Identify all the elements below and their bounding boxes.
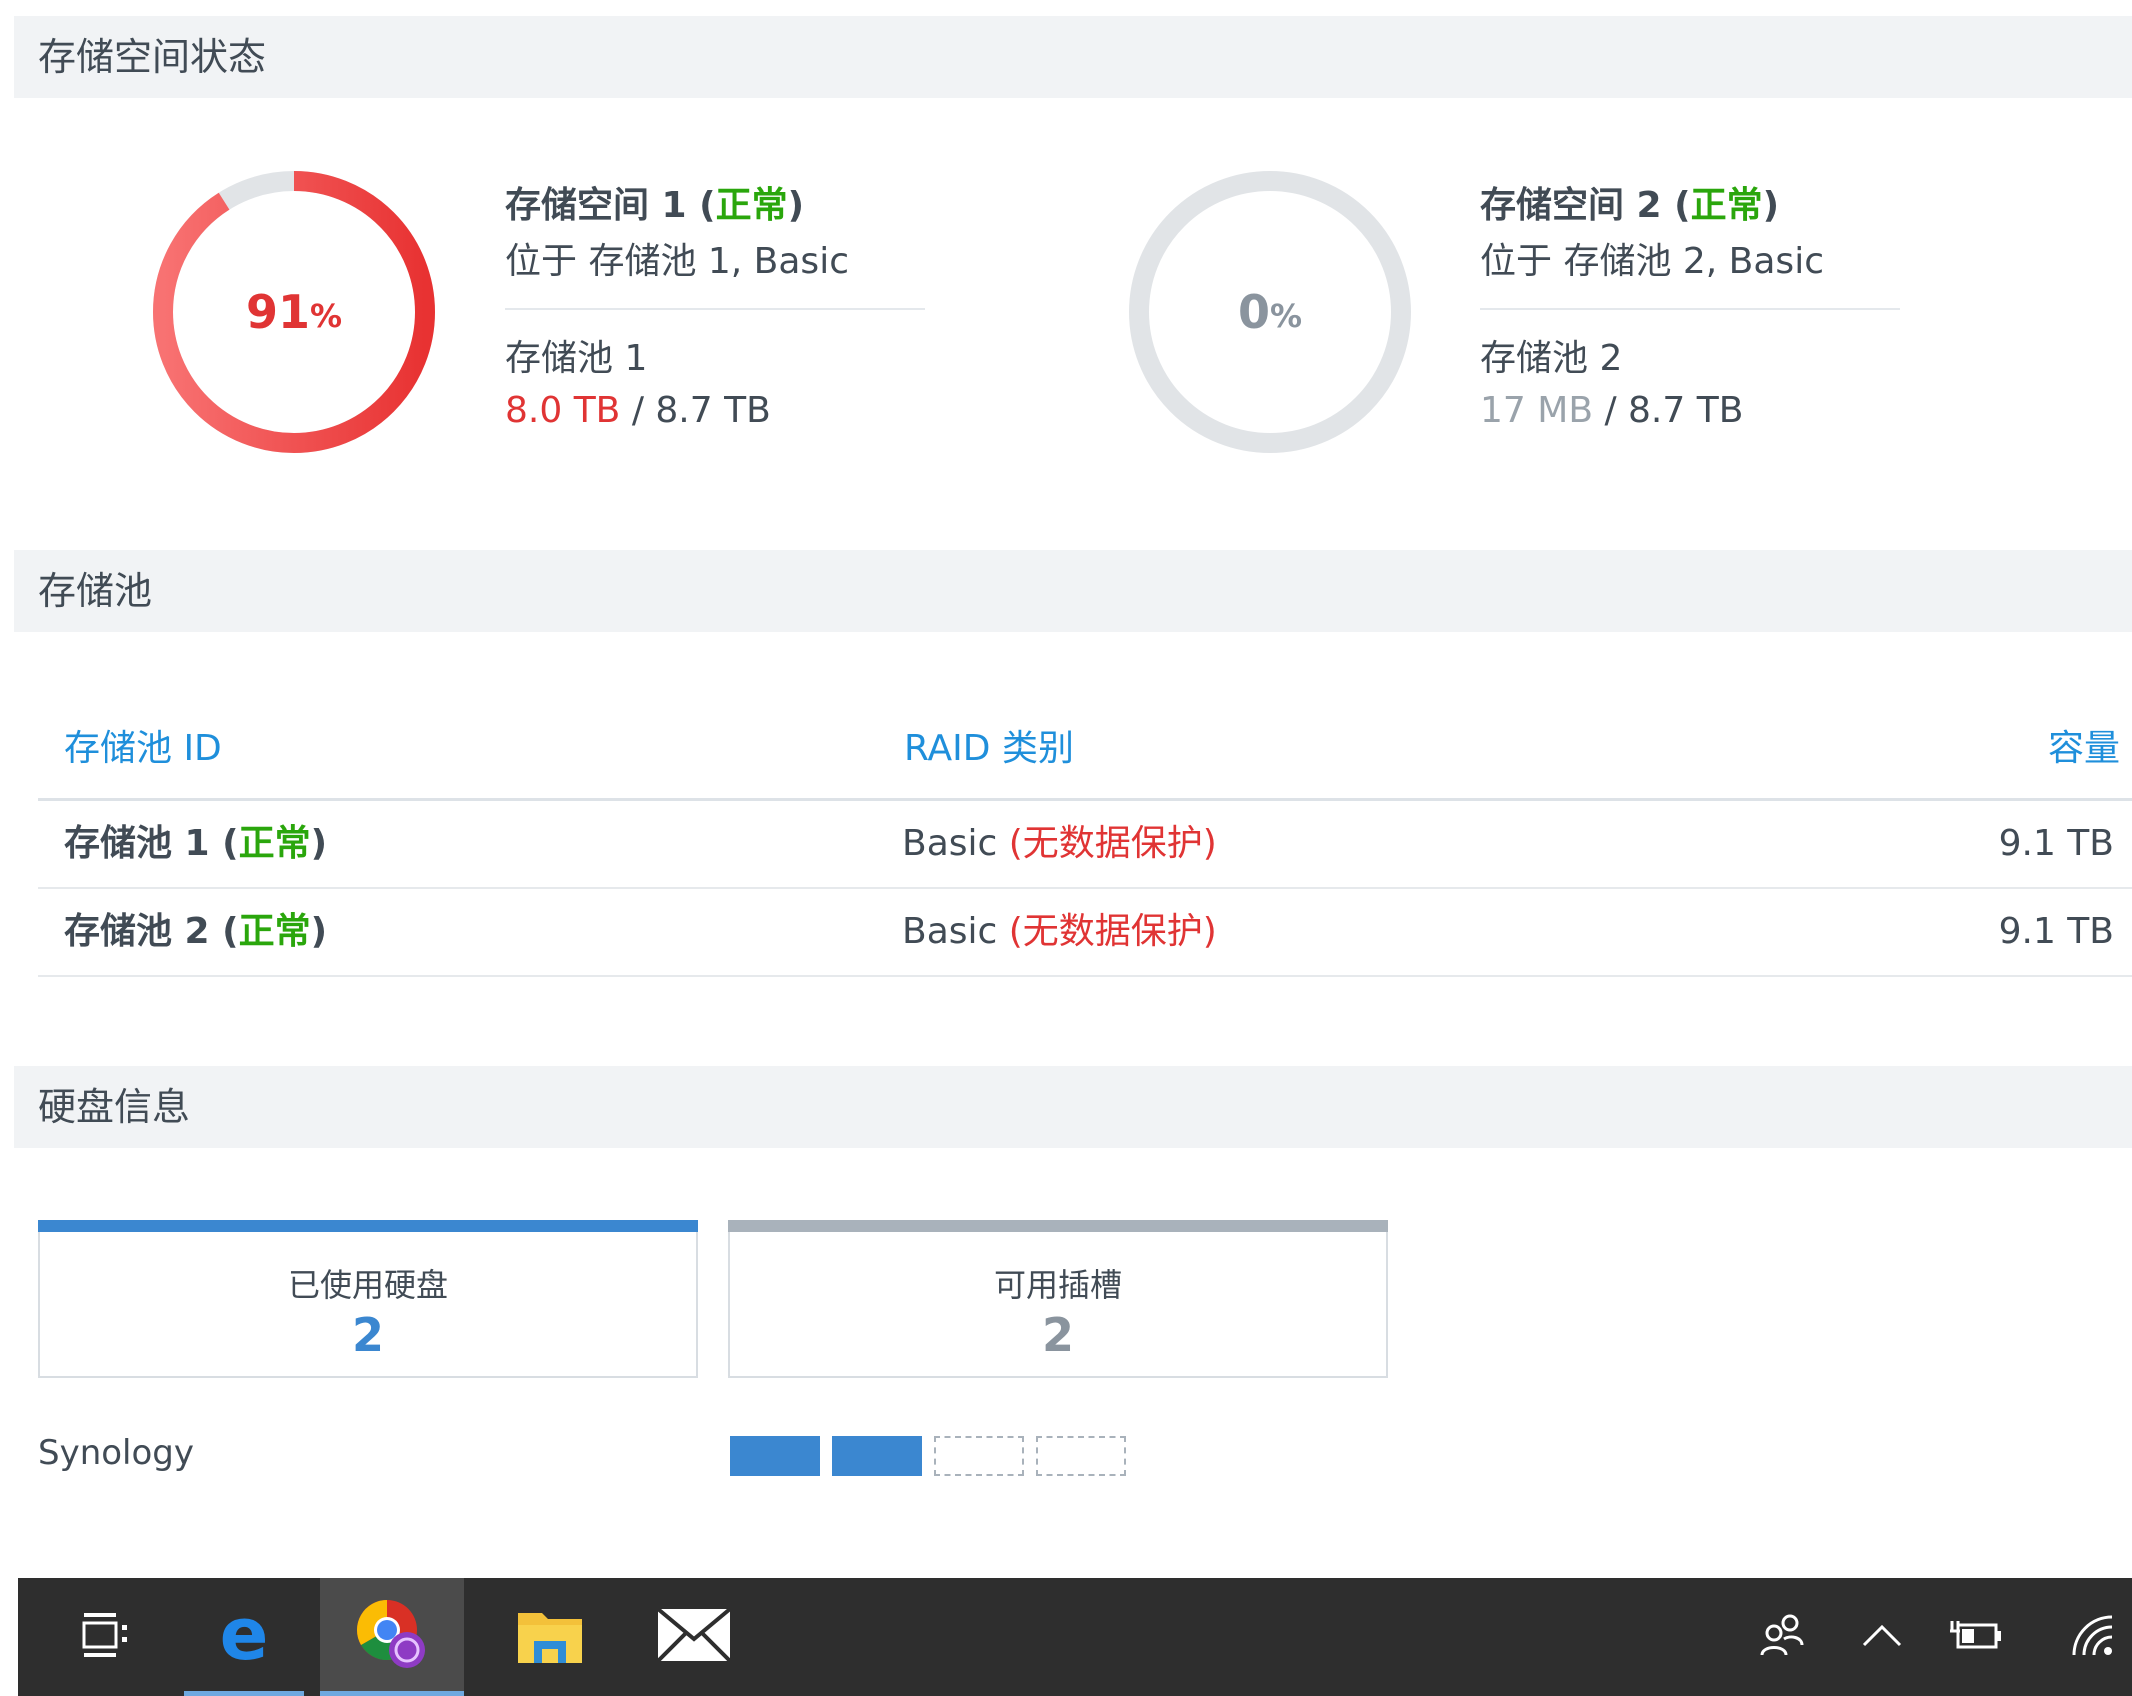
- used-capacity: 17 MB: [1480, 390, 1594, 431]
- card-accent-bar: [728, 1220, 1388, 1232]
- raid-warning: (无数据保护): [1008, 823, 1217, 864]
- chrome-icon: [355, 1598, 429, 1676]
- show-hidden-icons-button[interactable]: [1842, 1578, 1922, 1696]
- volume-2-capacity: 17 MB / 8.7 TB: [1480, 390, 1744, 431]
- total-capacity: 8.7 TB: [655, 390, 771, 431]
- volume-2-title[interactable]: 存储空间 2 (正常): [1480, 182, 1900, 230]
- divider: [1480, 308, 1900, 310]
- disk-slot-1[interactable]: [730, 1436, 820, 1476]
- volume-1-percent: 91: [245, 285, 310, 339]
- svg-text:e: e: [220, 1603, 269, 1667]
- taskbar: e: [18, 1578, 2132, 1696]
- column-header-raid-type[interactable]: RAID 类别: [904, 700, 1074, 798]
- used-disks-label: 已使用硬盘: [287, 1266, 448, 1304]
- status-badge: 正常: [238, 823, 311, 864]
- disk-info-header: 硬盘信息: [14, 1066, 2132, 1148]
- task-view-button[interactable]: [46, 1578, 166, 1696]
- chrome-taskbar-button[interactable]: [320, 1578, 464, 1696]
- mail-icon: [656, 1607, 732, 1667]
- storage-pool-header: 存储池: [14, 550, 2132, 632]
- people-icon: [1758, 1611, 1806, 1663]
- used-capacity: 8.0 TB: [505, 390, 621, 431]
- percent-sign: %: [309, 297, 343, 335]
- capacity-cell: 9.1 TB: [1998, 911, 2114, 952]
- active-indicator: [320, 1691, 464, 1696]
- status-badge: 正常: [715, 185, 788, 226]
- chevron-up-icon: [1862, 1623, 1902, 1651]
- divider: [505, 308, 925, 310]
- disk-slot-2[interactable]: [832, 1436, 922, 1476]
- used-disks-card: 已使用硬盘 2: [38, 1220, 698, 1378]
- storage-status-header: 存储空间状态: [14, 16, 2132, 98]
- people-button[interactable]: [1742, 1578, 1822, 1696]
- pool-name-cell: 存储池 1 (正常): [64, 823, 328, 864]
- volume-1-location: 位于 存储池 1, Basic: [505, 241, 849, 282]
- edge-taskbar-button[interactable]: e: [184, 1578, 304, 1696]
- volume-2-usage-ring: 0%: [1120, 162, 1420, 462]
- available-slots-count: 2: [1041, 1308, 1074, 1362]
- section-title: 存储池: [38, 569, 153, 613]
- volume-2-percent: 0: [1237, 285, 1270, 339]
- active-indicator: [184, 1691, 304, 1696]
- volume-1-pool: 存储池 1: [505, 338, 648, 379]
- volume-1-title[interactable]: 存储空间 1 (正常): [505, 182, 925, 230]
- section-title: 硬盘信息: [38, 1085, 191, 1129]
- storage-pool-table: 存储池 ID RAID 类别 容量 存储池 1 (正常) Basic (无数据保…: [38, 700, 2132, 977]
- capacity-cell: 9.1 TB: [1998, 823, 2114, 864]
- used-disks-count: 2: [351, 1308, 384, 1362]
- volume-1-capacity: 8.0 TB / 8.7 TB: [505, 390, 771, 431]
- status-badge: 正常: [238, 911, 311, 952]
- column-header-pool-id[interactable]: 存储池 ID: [64, 700, 222, 798]
- file-explorer-icon: [516, 1605, 584, 1669]
- battery-icon: [1950, 1617, 2006, 1657]
- volume-2-pool: 存储池 2: [1480, 338, 1623, 379]
- column-header-capacity[interactable]: 容量: [2048, 700, 2120, 798]
- volume-2-location: 位于 存储池 2, Basic: [1480, 241, 1824, 282]
- status-badge: 正常: [1690, 185, 1763, 226]
- raid-type-cell: Basic (无数据保护): [902, 823, 1217, 864]
- pool-name-cell: 存储池 2 (正常): [64, 911, 328, 952]
- raid-type-cell: Basic (无数据保护): [902, 911, 1217, 952]
- section-title: 存储空间状态: [38, 35, 267, 79]
- table-row[interactable]: 存储池 1 (正常) Basic (无数据保护) 9.1 TB: [38, 801, 2132, 889]
- volume-2-info: 存储空间 2 (正常) 位于 存储池 2, Basic 存储池 2 17 MB …: [1480, 182, 1900, 436]
- task-view-icon: [80, 1609, 132, 1665]
- network-button[interactable]: [2052, 1578, 2132, 1696]
- wifi-icon: [2070, 1613, 2114, 1661]
- volume-1-usage-ring: 91%: [144, 162, 444, 462]
- table-header-row: 存储池 ID RAID 类别 容量: [38, 700, 2132, 801]
- volume-1-info: 存储空间 1 (正常) 位于 存储池 1, Basic 存储池 1 8.0 TB…: [505, 182, 925, 436]
- raid-warning: (无数据保护): [1008, 911, 1217, 952]
- disk-slot-3[interactable]: [934, 1436, 1024, 1476]
- table-row[interactable]: 存储池 2 (正常) Basic (无数据保护) 9.1 TB: [38, 889, 2132, 977]
- disk-slot-4[interactable]: [1036, 1436, 1126, 1476]
- available-slots-label: 可用插槽: [993, 1266, 1122, 1304]
- file-explorer-taskbar-button[interactable]: [480, 1578, 620, 1696]
- available-slots-card: 可用插槽 2: [728, 1220, 1388, 1378]
- battery-button[interactable]: [1938, 1578, 2018, 1696]
- edge-icon: e: [212, 1592, 276, 1676]
- mail-taskbar-button[interactable]: [624, 1578, 764, 1696]
- total-capacity: 8.7 TB: [1628, 390, 1744, 431]
- nas-brand-label: Synology: [38, 1433, 195, 1473]
- card-accent-bar: [38, 1220, 698, 1232]
- percent-sign: %: [1269, 297, 1303, 335]
